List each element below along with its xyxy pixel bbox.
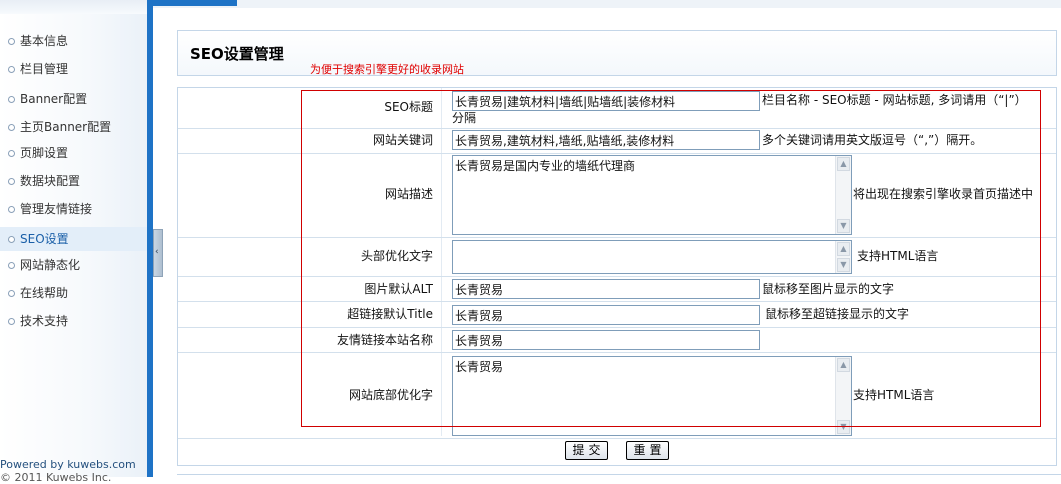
row-divider bbox=[178, 327, 1056, 328]
scroll-down-arrow-icon[interactable]: ▼ bbox=[837, 219, 850, 233]
sidebar-item-column-management[interactable]: 栏目管理 bbox=[0, 57, 147, 81]
sidebar-item-label: Banner配置 bbox=[20, 92, 88, 106]
seo-title-note-cont: 分隔 bbox=[452, 111, 477, 125]
header-text-note: 支持HTML语言 bbox=[857, 249, 939, 263]
sidebar-item-label: 栏目管理 bbox=[20, 62, 69, 76]
circle-bullet-icon bbox=[8, 206, 15, 213]
circle-bullet-icon bbox=[8, 262, 15, 269]
footer-text-note: 支持HTML语言 bbox=[853, 388, 935, 402]
row-divider bbox=[178, 276, 1056, 277]
circle-bullet-icon bbox=[8, 290, 15, 297]
img-alt-label: 图片默认ALT bbox=[364, 282, 433, 296]
header-text-textarea[interactable]: ▲ ▼ bbox=[452, 240, 852, 274]
scrollbar[interactable]: ▲ ▼ bbox=[835, 357, 851, 435]
sidebar-item-online-help[interactable]: 在线帮助 bbox=[0, 281, 147, 305]
circle-bullet-icon bbox=[8, 124, 15, 131]
sidebar-item-label: 主页Banner配置 bbox=[20, 120, 112, 134]
scroll-down-arrow-icon[interactable]: ▼ bbox=[837, 258, 850, 272]
sidebar-item-data-block-config[interactable]: 数据块配置 bbox=[0, 169, 147, 193]
sidebar-item-label: 在线帮助 bbox=[20, 286, 69, 300]
sidebar-item-label: 基本信息 bbox=[20, 34, 69, 48]
seo-title-note: 栏目名称 - SEO标题 - 网站标题, 多词请用（“|”） bbox=[762, 93, 1027, 107]
circle-bullet-icon bbox=[8, 178, 15, 185]
scrollbar[interactable]: ▲ ▼ bbox=[835, 241, 851, 273]
sidebar-item-footer-settings[interactable]: 页脚设置 bbox=[0, 141, 147, 165]
row-divider bbox=[178, 438, 1056, 439]
description-note: 将出现在搜索引擎收录首页描述中 bbox=[853, 187, 1034, 201]
keywords-note: 多个关键词请用英文版逗号（“,”）隔开。 bbox=[762, 133, 983, 147]
row-divider bbox=[178, 153, 1056, 154]
sidebar-item-static-site[interactable]: 网站静态化 bbox=[0, 253, 147, 277]
scrollbar[interactable]: ▲ ▼ bbox=[835, 156, 851, 234]
column-separator bbox=[441, 88, 442, 436]
keywords-input[interactable] bbox=[452, 130, 760, 150]
row-divider bbox=[178, 301, 1056, 302]
footer-text-label: 网站底部优化字 bbox=[348, 388, 433, 402]
top-strip bbox=[153, 0, 1061, 8]
sidebar-item-basic-info[interactable]: 基本信息 bbox=[0, 29, 147, 53]
page-title: SEO设置管理 bbox=[190, 45, 284, 63]
sidebar-item-tech-support[interactable]: 技术支持 bbox=[0, 309, 147, 333]
link-title-label: 超链接默认Title bbox=[347, 307, 433, 321]
friend-name-input[interactable] bbox=[452, 330, 760, 350]
chevron-left-icon: ‹ bbox=[155, 247, 159, 257]
circle-bullet-icon bbox=[8, 150, 15, 157]
img-alt-note: 鼠标移至图片显示的文字 bbox=[762, 282, 895, 296]
friend-name-label: 友情链接本站名称 bbox=[336, 333, 433, 347]
description-label: 网站描述 bbox=[384, 187, 433, 201]
seo-hint: 为便于搜索引擎更好的收录网站 bbox=[310, 63, 464, 76]
copyright-text: © 2011 Kuwebs Inc. bbox=[0, 471, 112, 484]
row-divider bbox=[178, 237, 1056, 238]
scroll-up-arrow-icon[interactable]: ▲ bbox=[837, 242, 850, 256]
scroll-up-arrow-icon[interactable]: ▲ bbox=[837, 157, 850, 171]
footer-text-textarea[interactable]: 长青贸易 ▲ ▼ bbox=[452, 356, 852, 436]
circle-bullet-icon bbox=[8, 318, 15, 325]
link-title-input[interactable] bbox=[452, 305, 760, 325]
sidebar-item-home-banner-config[interactable]: 主页Banner配置 bbox=[0, 115, 147, 139]
sidebar-item-label: 页脚设置 bbox=[20, 146, 69, 160]
circle-bullet-icon bbox=[8, 66, 15, 73]
submit-button[interactable]: 提交 bbox=[565, 441, 608, 460]
sidebar-item-label: SEO设置 bbox=[20, 232, 69, 246]
sidebar-item-label: 技术支持 bbox=[20, 314, 69, 328]
sidebar-item-banner-config[interactable]: Banner配置 bbox=[0, 87, 147, 111]
title-panel: SEO设置管理 bbox=[177, 30, 1057, 76]
seo-title-label: SEO标题 bbox=[384, 100, 433, 114]
link-title-note: 鼠标移至超链接显示的文字 bbox=[765, 307, 910, 321]
sidebar-item-friend-links[interactable]: 管理友情链接 bbox=[0, 197, 147, 221]
sidebar-item-seo-settings[interactable]: SEO设置 bbox=[0, 227, 147, 251]
sidebar-top-bar bbox=[0, 0, 147, 14]
sidebar-item-label: 网站静态化 bbox=[20, 258, 81, 272]
header-text-label: 头部优化文字 bbox=[360, 249, 433, 263]
top-tab-marker bbox=[153, 0, 237, 6]
sidebar-item-label: 管理友情链接 bbox=[20, 202, 93, 216]
scroll-down-arrow-icon[interactable]: ▼ bbox=[837, 420, 850, 434]
row-divider bbox=[178, 128, 1056, 129]
sidebar: 基本信息 栏目管理 Banner配置 主页Banner配置 页脚设置 数据块配置… bbox=[0, 0, 147, 484]
description-textarea[interactable]: 长青贸易是国内专业的墙纸代理商 ▲ ▼ bbox=[452, 155, 852, 235]
circle-bullet-icon bbox=[8, 96, 15, 103]
footer-text-textarea-value: 长青贸易 bbox=[455, 360, 504, 374]
description-textarea-value: 长青贸易是国内专业的墙纸代理商 bbox=[455, 159, 636, 173]
row-divider bbox=[178, 352, 1056, 353]
circle-bullet-icon bbox=[8, 38, 15, 45]
circle-bullet-icon bbox=[8, 236, 15, 243]
powered-by-link[interactable]: Powered by kuwebs.com bbox=[0, 458, 136, 471]
sidebar-collapse-handle[interactable]: ‹ bbox=[153, 229, 163, 277]
seo-title-input[interactable] bbox=[452, 91, 760, 111]
sidebar-item-label: 数据块配置 bbox=[20, 174, 81, 188]
reset-button[interactable]: 重置 bbox=[626, 441, 669, 460]
img-alt-input[interactable] bbox=[452, 279, 760, 299]
bottom-border bbox=[177, 474, 1061, 475]
keywords-label: 网站关键词 bbox=[372, 133, 433, 147]
scroll-up-arrow-icon[interactable]: ▲ bbox=[837, 358, 850, 372]
